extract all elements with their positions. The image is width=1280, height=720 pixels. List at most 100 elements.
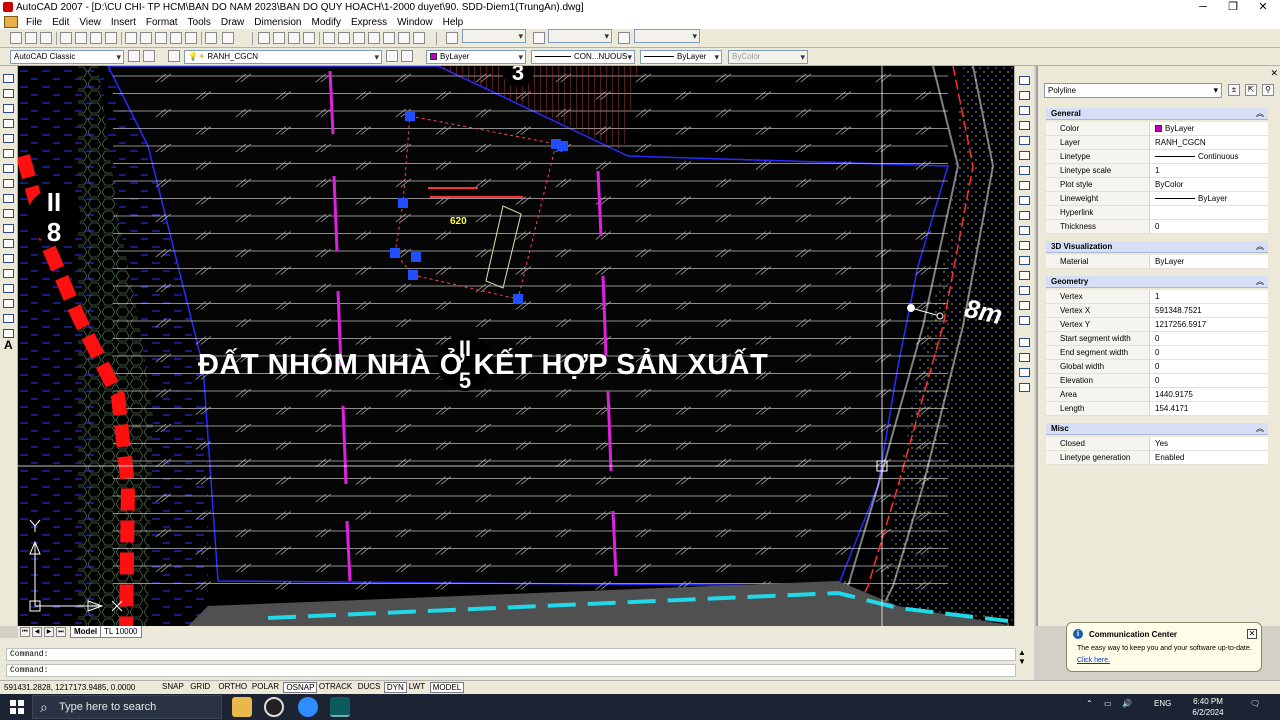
property-row[interactable]: Linetype generation Enabled (1046, 451, 1268, 465)
bubble-close-icon[interactable]: ✕ (1247, 629, 1257, 639)
tab-model[interactable]: Model (70, 626, 102, 638)
restore-button[interactable]: ❐ (1218, 0, 1248, 15)
close-button[interactable]: ✕ (1248, 0, 1278, 15)
property-row[interactable]: Vertex Y 1217256.5917 (1046, 318, 1268, 332)
bubble-link[interactable]: Click here. (1077, 657, 1110, 664)
preview-icon[interactable] (75, 32, 87, 44)
menu-file[interactable]: File (21, 17, 47, 28)
markup-icon[interactable] (383, 32, 395, 44)
language-indicator[interactable]: ENG (1154, 699, 1171, 708)
network-icon[interactable]: ▭ (1104, 699, 1112, 708)
status-toggle-ducs[interactable]: DUCS (356, 682, 383, 693)
status-toggle-lwt[interactable]: LWT (407, 682, 427, 693)
scroll-up-icon[interactable]: ▲ (1018, 648, 1026, 657)
property-row[interactable]: Global width 0 (1046, 360, 1268, 374)
property-row[interactable]: Start segment width 0 (1046, 332, 1268, 346)
send-to-back-icon[interactable] (1019, 368, 1030, 377)
circle-icon[interactable] (3, 164, 14, 173)
status-toggle-snap[interactable]: SNAP (160, 682, 186, 693)
status-toggle-ortho[interactable]: ORTHO (216, 682, 249, 693)
make-block-icon[interactable] (3, 254, 14, 263)
status-toggle-model[interactable]: MODEL (429, 682, 465, 693)
move-icon[interactable] (1019, 151, 1030, 160)
workspace-combo[interactable]: AutoCAD Classic (10, 50, 124, 64)
status-toggle-dyn[interactable]: DYN (383, 682, 407, 693)
rectangle-icon[interactable] (3, 134, 14, 143)
notifications-icon[interactable]: 🗨 (1250, 699, 1260, 708)
hatch-icon[interactable] (3, 284, 14, 293)
menu-insert[interactable]: Insert (106, 17, 141, 28)
collapse-icon[interactable]: ︽ (1256, 276, 1264, 288)
sheet-set-icon[interactable] (368, 32, 380, 44)
property-row[interactable]: Vertex X 591348.7521 (1046, 304, 1268, 318)
property-row[interactable]: Length 154.4171 (1046, 402, 1268, 416)
tray-chevron-icon[interactable]: ⌃ (1086, 699, 1093, 708)
drawing-svg[interactable]: 620 8m II 8 3 II 5 ĐẤT NHÓM NHÀ Ở KẾT HỢ… (18, 66, 1014, 626)
workspace-settings-icon[interactable] (128, 50, 140, 62)
plot-style-combo[interactable]: ByColor (728, 50, 808, 64)
menu-format[interactable]: Format (141, 17, 183, 28)
menu-view[interactable]: View (74, 17, 106, 28)
property-value[interactable]: 0 (1152, 374, 1268, 387)
tool-palettes-icon[interactable] (353, 32, 365, 44)
quick-select-icon[interactable]: ⚲ (1262, 84, 1274, 96)
taskbar-search-box[interactable]: Type here to search (32, 695, 222, 719)
first-tab-icon[interactable]: ⏮ (20, 627, 30, 637)
tab-layout[interactable]: TL 10000 (100, 626, 142, 638)
property-value[interactable]: ByColor (1152, 178, 1268, 191)
menu-tools[interactable]: Tools (183, 17, 216, 28)
section-header[interactable]: General ︽ (1046, 108, 1268, 120)
status-toggle-polar[interactable]: POLAR (250, 682, 281, 693)
status-toggle-grid[interactable]: GRID (188, 682, 212, 693)
ellipse-icon[interactable] (3, 209, 14, 218)
layer-previous-icon[interactable] (401, 50, 413, 62)
property-value[interactable]: RANH_CGCN (1152, 136, 1268, 149)
property-value[interactable]: 1440.9175 (1152, 388, 1268, 401)
table-style-combo[interactable] (634, 29, 700, 43)
copy-object-icon[interactable] (1019, 91, 1030, 100)
match-properties-icon[interactable] (170, 32, 182, 44)
spline-icon[interactable] (3, 194, 14, 203)
autocad-taskbar-icon[interactable] (330, 697, 350, 717)
explode-icon[interactable] (1019, 316, 1030, 325)
join-icon[interactable] (1019, 271, 1030, 280)
property-value[interactable]: 1 (1152, 164, 1268, 177)
revcloud-icon[interactable] (3, 179, 14, 188)
coordinate-readout[interactable]: 591431.2828, 1217173.9485, 0.0000 (4, 683, 135, 692)
linetype-combo[interactable]: CON...NUOUS (531, 50, 635, 64)
lineweight-combo[interactable]: ByLayer (640, 50, 722, 64)
property-row[interactable]: Area 1440.9175 (1046, 388, 1268, 402)
new-icon[interactable] (10, 32, 22, 44)
collapse-icon[interactable]: ︽ (1256, 423, 1264, 435)
property-value[interactable]: 1217256.5917 (1152, 318, 1268, 331)
chamfer-icon[interactable] (1019, 286, 1030, 295)
zoom-app-icon[interactable] (298, 697, 318, 717)
insert-block-icon[interactable] (3, 239, 14, 248)
text-style-combo[interactable] (462, 29, 526, 43)
open-icon[interactable] (25, 32, 37, 44)
point-icon[interactable] (3, 269, 14, 278)
property-value[interactable]: ByLayer (1152, 192, 1268, 205)
dim-style-combo[interactable] (548, 29, 612, 43)
selection-combo[interactable]: Polyline (1044, 83, 1222, 98)
last-tab-icon[interactable]: ⏭ (56, 627, 66, 637)
break-at-point-icon[interactable] (1019, 241, 1030, 250)
ellipse-arc-icon[interactable] (3, 224, 14, 233)
redo-icon[interactable] (222, 32, 234, 44)
construction-line-icon[interactable] (3, 89, 14, 98)
property-row[interactable]: Layer RANH_CGCN (1046, 136, 1268, 150)
taskbar-clock[interactable]: 6:40 PM 6/2/2024 (1178, 696, 1238, 718)
cut-icon[interactable] (125, 32, 137, 44)
prev-tab-icon[interactable]: ◀ (32, 627, 42, 637)
menu-express[interactable]: Express (346, 17, 392, 28)
draw-order-icon[interactable] (1019, 338, 1030, 347)
table-icon[interactable] (3, 329, 14, 338)
bring-above-icon[interactable] (1019, 383, 1030, 392)
erase-icon[interactable] (1019, 76, 1030, 85)
status-toggle-osnap[interactable]: OSNAP (283, 682, 318, 693)
property-value[interactable]: ByLayer (1152, 122, 1268, 135)
media-player-icon[interactable] (264, 697, 284, 717)
3d-dwf-icon[interactable] (105, 32, 117, 44)
property-row[interactable]: Thickness 0 (1046, 220, 1268, 234)
scroll-down-icon[interactable]: ▼ (1018, 657, 1026, 666)
